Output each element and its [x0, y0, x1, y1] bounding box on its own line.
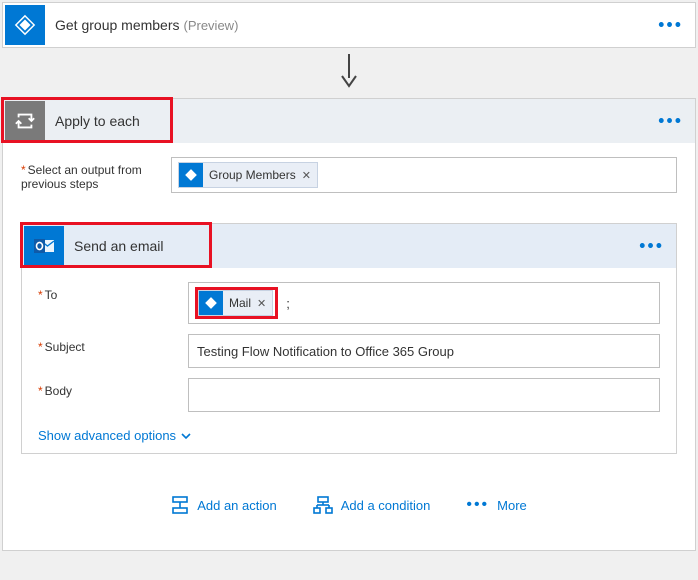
select-output-input[interactable]: Group Members ✕: [171, 157, 677, 193]
token-group-members[interactable]: Group Members ✕: [178, 162, 318, 188]
add-condition-button[interactable]: Add a condition: [313, 496, 431, 514]
add-action-button[interactable]: Add an action: [171, 496, 277, 514]
more-icon: •••: [466, 496, 489, 514]
email-menu-button[interactable]: •••: [639, 236, 664, 257]
step-get-group-members[interactable]: Get group members (Preview) •••: [2, 2, 696, 48]
apply-menu-button[interactable]: •••: [658, 111, 683, 132]
select-output-label: *Select an output from previous steps: [21, 157, 171, 191]
azure-ad-icon: [5, 5, 45, 45]
step-menu-button[interactable]: •••: [658, 15, 683, 36]
loop-icon: [5, 101, 45, 141]
token-mail[interactable]: Mail ✕: [198, 290, 273, 316]
token-label: Mail: [229, 296, 251, 310]
azure-ad-icon: [179, 163, 203, 187]
subject-value: Testing Flow Notification to Office 365 …: [195, 344, 454, 359]
email-header[interactable]: Send an email •••: [22, 224, 676, 268]
remove-token-button[interactable]: ✕: [257, 297, 266, 310]
step-title: Get group members: [55, 17, 180, 33]
separator: ;: [286, 296, 290, 311]
email-title: Send an email: [74, 238, 164, 254]
to-input[interactable]: Mail ✕ ;: [188, 282, 660, 324]
highlight-box: Mail ✕: [195, 287, 278, 319]
azure-ad-icon: [199, 291, 223, 315]
footer-actions: Add an action Add a condition ••• More: [21, 454, 677, 532]
step-apply-to-each: Apply to each ••• *Select an output from…: [2, 98, 696, 551]
subject-label: *Subject: [38, 334, 188, 354]
body-input[interactable]: [188, 378, 660, 412]
to-label: *To: [38, 282, 188, 302]
more-button[interactable]: ••• More: [466, 496, 526, 514]
outlook-icon: [24, 226, 64, 266]
step-send-an-email: Send an email ••• *To: [21, 223, 677, 454]
apply-header[interactable]: Apply to each •••: [3, 99, 695, 143]
apply-title: Apply to each: [55, 113, 140, 129]
add-condition-icon: [313, 496, 333, 514]
flow-arrow: [0, 48, 698, 98]
chevron-down-icon: [180, 430, 192, 442]
body-label: *Body: [38, 378, 188, 398]
subject-input[interactable]: Testing Flow Notification to Office 365 …: [188, 334, 660, 368]
token-label: Group Members: [209, 168, 296, 182]
remove-token-button[interactable]: ✕: [302, 169, 311, 182]
show-advanced-options[interactable]: Show advanced options: [38, 428, 192, 443]
preview-label: (Preview): [184, 18, 239, 33]
add-action-icon: [171, 496, 189, 514]
